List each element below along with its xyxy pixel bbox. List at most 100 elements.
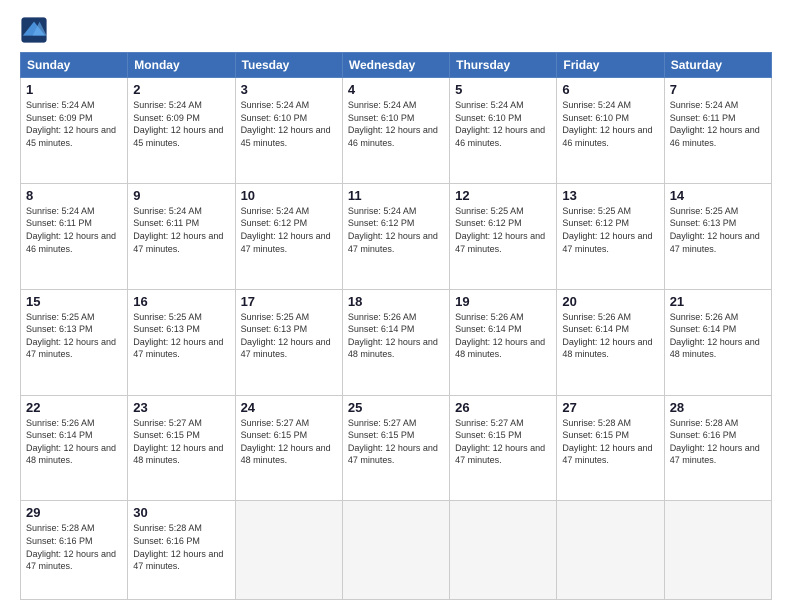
header xyxy=(20,16,772,44)
day-number: 29 xyxy=(26,505,122,520)
day-info: Sunrise: 5:26 AM Sunset: 6:14 PM Dayligh… xyxy=(670,311,766,361)
calendar-cell: 27 Sunrise: 5:28 AM Sunset: 6:15 PM Dayl… xyxy=(557,395,664,501)
calendar-header-row: SundayMondayTuesdayWednesdayThursdayFrid… xyxy=(21,53,772,78)
day-number: 6 xyxy=(562,82,658,97)
calendar-week-3: 15 Sunrise: 5:25 AM Sunset: 6:13 PM Dayl… xyxy=(21,289,772,395)
calendar-header-sunday: Sunday xyxy=(21,53,128,78)
calendar-header-friday: Friday xyxy=(557,53,664,78)
day-info: Sunrise: 5:25 AM Sunset: 6:13 PM Dayligh… xyxy=(26,311,122,361)
day-info: Sunrise: 5:24 AM Sunset: 6:12 PM Dayligh… xyxy=(241,205,337,255)
calendar-cell: 24 Sunrise: 5:27 AM Sunset: 6:15 PM Dayl… xyxy=(235,395,342,501)
day-info: Sunrise: 5:24 AM Sunset: 6:10 PM Dayligh… xyxy=(455,99,551,149)
day-number: 25 xyxy=(348,400,444,415)
logo-icon xyxy=(20,16,48,44)
calendar-week-2: 8 Sunrise: 5:24 AM Sunset: 6:11 PM Dayli… xyxy=(21,183,772,289)
day-info: Sunrise: 5:27 AM Sunset: 6:15 PM Dayligh… xyxy=(241,417,337,467)
calendar-week-1: 1 Sunrise: 5:24 AM Sunset: 6:09 PM Dayli… xyxy=(21,78,772,184)
day-info: Sunrise: 5:25 AM Sunset: 6:13 PM Dayligh… xyxy=(670,205,766,255)
calendar-week-4: 22 Sunrise: 5:26 AM Sunset: 6:14 PM Dayl… xyxy=(21,395,772,501)
calendar-week-5: 29 Sunrise: 5:28 AM Sunset: 6:16 PM Dayl… xyxy=(21,501,772,600)
calendar-cell: 18 Sunrise: 5:26 AM Sunset: 6:14 PM Dayl… xyxy=(342,289,449,395)
calendar-cell: 30 Sunrise: 5:28 AM Sunset: 6:16 PM Dayl… xyxy=(128,501,235,600)
calendar-cell: 10 Sunrise: 5:24 AM Sunset: 6:12 PM Dayl… xyxy=(235,183,342,289)
page: SundayMondayTuesdayWednesdayThursdayFrid… xyxy=(0,0,792,612)
calendar-cell xyxy=(235,501,342,600)
calendar-cell: 20 Sunrise: 5:26 AM Sunset: 6:14 PM Dayl… xyxy=(557,289,664,395)
day-info: Sunrise: 5:25 AM Sunset: 6:12 PM Dayligh… xyxy=(455,205,551,255)
day-info: Sunrise: 5:28 AM Sunset: 6:16 PM Dayligh… xyxy=(26,522,122,572)
day-number: 16 xyxy=(133,294,229,309)
calendar-body: 1 Sunrise: 5:24 AM Sunset: 6:09 PM Dayli… xyxy=(21,78,772,600)
calendar-cell: 13 Sunrise: 5:25 AM Sunset: 6:12 PM Dayl… xyxy=(557,183,664,289)
day-number: 22 xyxy=(26,400,122,415)
calendar-cell: 15 Sunrise: 5:25 AM Sunset: 6:13 PM Dayl… xyxy=(21,289,128,395)
calendar-cell: 17 Sunrise: 5:25 AM Sunset: 6:13 PM Dayl… xyxy=(235,289,342,395)
calendar-cell: 23 Sunrise: 5:27 AM Sunset: 6:15 PM Dayl… xyxy=(128,395,235,501)
day-number: 15 xyxy=(26,294,122,309)
calendar-cell: 29 Sunrise: 5:28 AM Sunset: 6:16 PM Dayl… xyxy=(21,501,128,600)
day-number: 11 xyxy=(348,188,444,203)
day-number: 17 xyxy=(241,294,337,309)
day-number: 14 xyxy=(670,188,766,203)
day-info: Sunrise: 5:25 AM Sunset: 6:13 PM Dayligh… xyxy=(133,311,229,361)
day-info: Sunrise: 5:25 AM Sunset: 6:12 PM Dayligh… xyxy=(562,205,658,255)
day-number: 18 xyxy=(348,294,444,309)
calendar-cell: 12 Sunrise: 5:25 AM Sunset: 6:12 PM Dayl… xyxy=(450,183,557,289)
calendar-cell: 8 Sunrise: 5:24 AM Sunset: 6:11 PM Dayli… xyxy=(21,183,128,289)
day-number: 12 xyxy=(455,188,551,203)
day-number: 2 xyxy=(133,82,229,97)
calendar-cell: 14 Sunrise: 5:25 AM Sunset: 6:13 PM Dayl… xyxy=(664,183,771,289)
logo xyxy=(20,16,52,44)
day-number: 1 xyxy=(26,82,122,97)
day-number: 4 xyxy=(348,82,444,97)
calendar-cell: 21 Sunrise: 5:26 AM Sunset: 6:14 PM Dayl… xyxy=(664,289,771,395)
day-number: 9 xyxy=(133,188,229,203)
day-number: 23 xyxy=(133,400,229,415)
calendar-cell: 16 Sunrise: 5:25 AM Sunset: 6:13 PM Dayl… xyxy=(128,289,235,395)
day-number: 10 xyxy=(241,188,337,203)
day-number: 13 xyxy=(562,188,658,203)
day-number: 3 xyxy=(241,82,337,97)
day-info: Sunrise: 5:24 AM Sunset: 6:10 PM Dayligh… xyxy=(241,99,337,149)
calendar-cell: 19 Sunrise: 5:26 AM Sunset: 6:14 PM Dayl… xyxy=(450,289,557,395)
calendar-header-tuesday: Tuesday xyxy=(235,53,342,78)
calendar-cell: 5 Sunrise: 5:24 AM Sunset: 6:10 PM Dayli… xyxy=(450,78,557,184)
day-info: Sunrise: 5:26 AM Sunset: 6:14 PM Dayligh… xyxy=(455,311,551,361)
day-info: Sunrise: 5:24 AM Sunset: 6:09 PM Dayligh… xyxy=(133,99,229,149)
calendar-cell xyxy=(450,501,557,600)
day-number: 20 xyxy=(562,294,658,309)
day-info: Sunrise: 5:27 AM Sunset: 6:15 PM Dayligh… xyxy=(348,417,444,467)
calendar-cell: 11 Sunrise: 5:24 AM Sunset: 6:12 PM Dayl… xyxy=(342,183,449,289)
calendar-cell: 26 Sunrise: 5:27 AM Sunset: 6:15 PM Dayl… xyxy=(450,395,557,501)
day-number: 7 xyxy=(670,82,766,97)
day-number: 19 xyxy=(455,294,551,309)
day-info: Sunrise: 5:26 AM Sunset: 6:14 PM Dayligh… xyxy=(26,417,122,467)
day-info: Sunrise: 5:24 AM Sunset: 6:11 PM Dayligh… xyxy=(670,99,766,149)
calendar-header-monday: Monday xyxy=(128,53,235,78)
calendar-cell: 4 Sunrise: 5:24 AM Sunset: 6:10 PM Dayli… xyxy=(342,78,449,184)
day-info: Sunrise: 5:24 AM Sunset: 6:09 PM Dayligh… xyxy=(26,99,122,149)
calendar-header-saturday: Saturday xyxy=(664,53,771,78)
day-number: 5 xyxy=(455,82,551,97)
day-info: Sunrise: 5:24 AM Sunset: 6:12 PM Dayligh… xyxy=(348,205,444,255)
day-info: Sunrise: 5:24 AM Sunset: 6:10 PM Dayligh… xyxy=(562,99,658,149)
day-number: 27 xyxy=(562,400,658,415)
day-info: Sunrise: 5:26 AM Sunset: 6:14 PM Dayligh… xyxy=(348,311,444,361)
day-info: Sunrise: 5:28 AM Sunset: 6:15 PM Dayligh… xyxy=(562,417,658,467)
calendar-cell xyxy=(664,501,771,600)
calendar-cell: 6 Sunrise: 5:24 AM Sunset: 6:10 PM Dayli… xyxy=(557,78,664,184)
calendar-cell: 9 Sunrise: 5:24 AM Sunset: 6:11 PM Dayli… xyxy=(128,183,235,289)
calendar-cell xyxy=(342,501,449,600)
day-info: Sunrise: 5:27 AM Sunset: 6:15 PM Dayligh… xyxy=(455,417,551,467)
calendar-cell xyxy=(557,501,664,600)
day-number: 30 xyxy=(133,505,229,520)
calendar-cell: 7 Sunrise: 5:24 AM Sunset: 6:11 PM Dayli… xyxy=(664,78,771,184)
day-info: Sunrise: 5:26 AM Sunset: 6:14 PM Dayligh… xyxy=(562,311,658,361)
day-info: Sunrise: 5:28 AM Sunset: 6:16 PM Dayligh… xyxy=(133,522,229,572)
day-info: Sunrise: 5:24 AM Sunset: 6:11 PM Dayligh… xyxy=(26,205,122,255)
day-number: 8 xyxy=(26,188,122,203)
calendar-header-thursday: Thursday xyxy=(450,53,557,78)
day-number: 21 xyxy=(670,294,766,309)
calendar-cell: 3 Sunrise: 5:24 AM Sunset: 6:10 PM Dayli… xyxy=(235,78,342,184)
day-number: 26 xyxy=(455,400,551,415)
